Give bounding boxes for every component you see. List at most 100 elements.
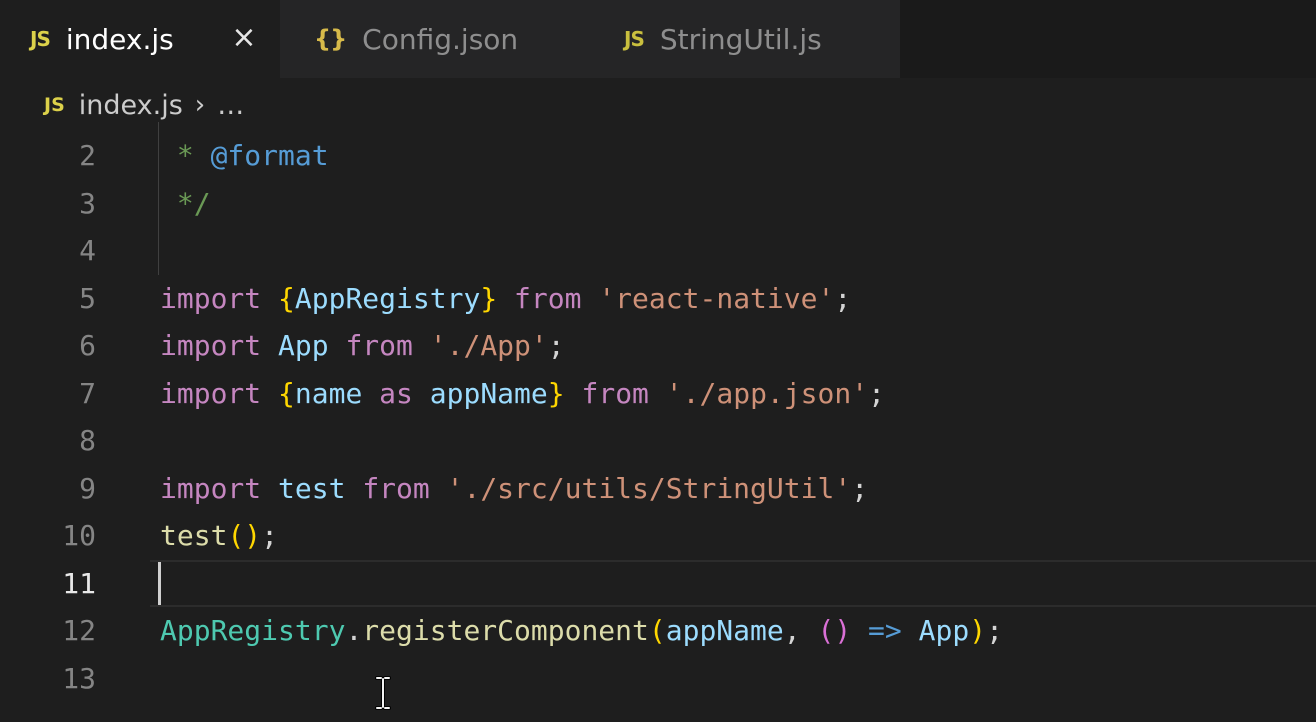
code-line[interactable]: 9 import test from './src/utils/StringUti… (0, 465, 1316, 512)
code-token: ( (648, 614, 666, 647)
code-token: './src/utils/StringUtil' (446, 471, 852, 505)
tab-label: index.js (65, 22, 174, 56)
line-number: 4 (79, 234, 96, 267)
code-token: */ (160, 186, 211, 220)
code-token: @format (210, 139, 329, 172)
code-token: AppRegistry (294, 281, 481, 315)
code-token: ; (261, 519, 279, 552)
code-token: test (278, 471, 346, 505)
line-number: 7 (79, 376, 96, 410)
code-token: { (278, 281, 295, 315)
code-token: 'react-native' (598, 281, 835, 315)
code-line[interactable]: 4 (0, 227, 1316, 274)
code-line[interactable]: 13 (0, 655, 1316, 702)
code-token: . (345, 614, 363, 647)
code-token: from (514, 281, 582, 315)
code-line[interactable]: 11 (0, 560, 1316, 607)
code-token: ; (834, 281, 852, 315)
code-line[interactable]: 10 test(); (0, 512, 1316, 559)
code-token: () (227, 519, 262, 552)
line-number: 10 (62, 519, 96, 552)
line-number: 5 (79, 281, 96, 315)
code-token: from (581, 376, 649, 410)
js-file-icon: JS (30, 27, 51, 51)
code-text: import App from './App'; (160, 322, 565, 369)
breadcrumb-more[interactable]: … (217, 90, 244, 121)
code-line[interactable]: 6 import App from './App'; (0, 322, 1316, 369)
code-token: ; (547, 329, 565, 362)
code-token: ; (986, 614, 1003, 647)
code-text: test(); (160, 512, 278, 559)
text-cursor-icon (375, 676, 391, 710)
code-token: import (160, 281, 262, 315)
code-token: as (379, 376, 413, 410)
code-token: () (817, 614, 852, 647)
code-token: import (160, 471, 262, 505)
line-number: 11 (62, 566, 96, 600)
code-token: App (918, 614, 970, 647)
line-number: 6 (79, 329, 96, 362)
tab-index-js[interactable]: JS index.js × (0, 0, 280, 78)
code-token: { (278, 376, 295, 410)
tab-label: StringUtil.js (659, 22, 822, 56)
code-token: App (278, 329, 329, 362)
code-text: import test from './src/utils/StringUtil… (160, 465, 868, 512)
code-line[interactable]: 3 */ (0, 180, 1316, 227)
line-number: 3 (79, 186, 96, 220)
breadcrumb: JS index.js › … (0, 78, 1316, 132)
code-line[interactable]: 12 AppRegistry.registerComponent(appName,… (0, 607, 1316, 654)
line-number: 13 (62, 661, 96, 695)
tab-config-json[interactable]: {} Config.json (280, 0, 592, 78)
code-token: ) (969, 614, 987, 647)
code-text: import {AppRegistry} from 'react-native'… (160, 275, 851, 322)
code-token: name (294, 376, 363, 410)
chevron-right-icon: › (194, 90, 206, 120)
code-line[interactable]: 8 (0, 417, 1316, 464)
tab-label: Config.json (362, 22, 519, 56)
code-token: appName (665, 614, 784, 647)
code-text: */ (160, 180, 211, 227)
code-text: AppRegistry.registerComponent(appName, (… (160, 607, 1003, 654)
code-token: => (868, 614, 902, 647)
code-text: import {name as appName} from './app.jso… (160, 370, 885, 417)
code-token: test (160, 519, 228, 552)
code-token: import (160, 376, 262, 410)
code-token: , (783, 614, 818, 647)
breadcrumb-file[interactable]: index.js (79, 90, 183, 121)
code-token: AppRegistry (160, 614, 346, 647)
code-token: from (362, 471, 430, 505)
tab-stringutil-js[interactable]: JS StringUtil.js (592, 0, 900, 78)
js-file-icon: JS (624, 27, 645, 51)
code-token: * (160, 139, 211, 172)
json-file-icon: {} (314, 25, 347, 53)
close-icon[interactable]: × (230, 20, 258, 56)
code-token: appName (429, 376, 548, 410)
line-number: 12 (62, 614, 96, 647)
code-token: ; (851, 471, 869, 505)
code-line[interactable]: 2 * @format (0, 132, 1316, 179)
code-token: ; (868, 376, 885, 410)
code-token: './App' (429, 329, 548, 362)
tab-bar: JS index.js × {} Config.json JS StringUt… (0, 0, 1316, 78)
code-line[interactable]: 7 import {name as appName} from './app.js… (0, 370, 1316, 417)
code-editor[interactable]: 2 * @format 3 */4 5 import {AppRegistry} fr… (0, 122, 1316, 722)
js-file-icon: JS (44, 94, 65, 116)
code-text: * @format (160, 132, 329, 179)
code-token: from (345, 329, 413, 362)
code-line[interactable]: 5 import {AppRegistry} from 'react-native… (0, 275, 1316, 322)
